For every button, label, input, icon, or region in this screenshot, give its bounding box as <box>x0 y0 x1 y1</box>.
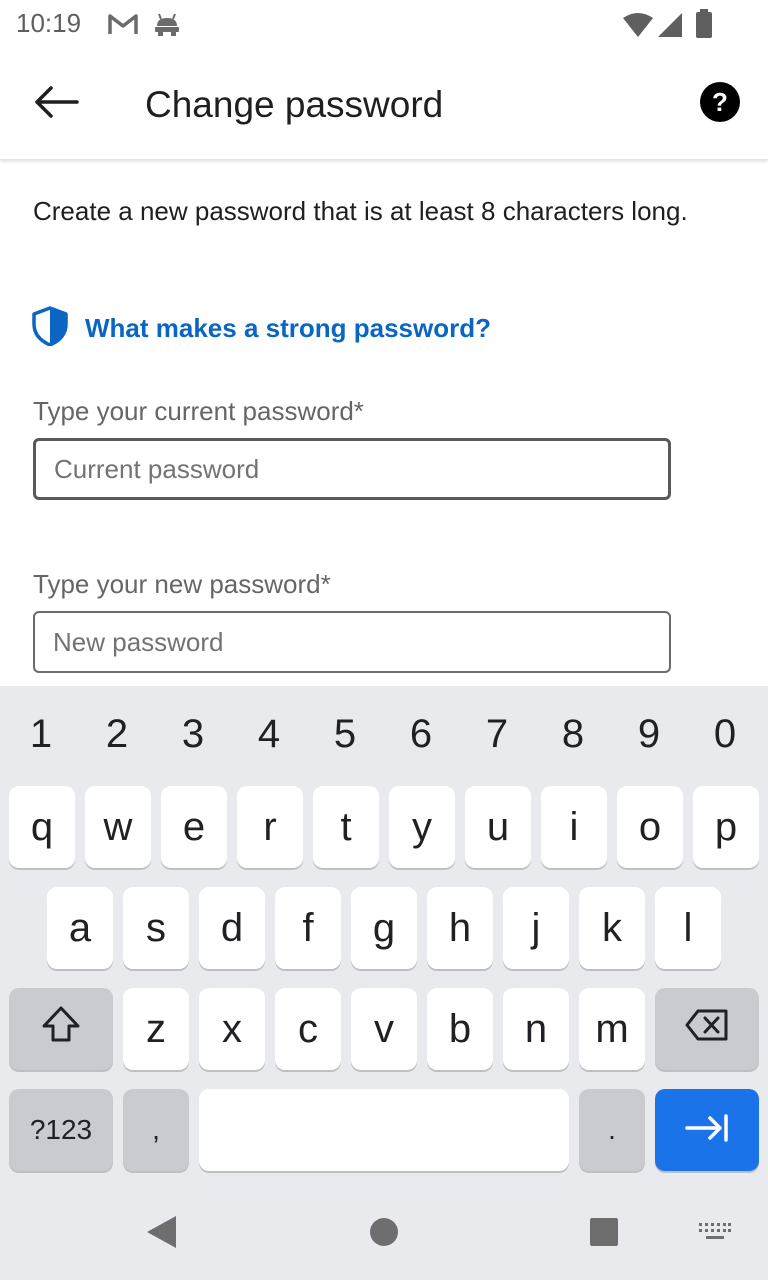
key-r[interactable]: r <box>237 786 303 868</box>
key-d[interactable]: d <box>199 887 265 969</box>
symbols-key-label: ?123 <box>29 1114 93 1145</box>
key-9[interactable]: 9 <box>619 706 679 762</box>
key-8[interactable]: 8 <box>543 706 603 762</box>
key-s[interactable]: s <box>123 887 189 969</box>
status-bar: 10:19 <box>0 0 768 50</box>
current-password-label: Type your current password* <box>33 396 364 426</box>
space-key[interactable] <box>199 1089 569 1171</box>
key-e[interactable]: e <box>161 786 227 868</box>
intro-text: Create a new password that is at least 8… <box>33 196 688 226</box>
key-k[interactable]: k <box>579 887 645 969</box>
shift-arrow-icon <box>41 1005 81 1053</box>
key-m[interactable]: m <box>579 988 645 1070</box>
new-password-input[interactable] <box>33 611 671 673</box>
key-5[interactable]: 5 <box>315 706 375 762</box>
current-password-input[interactable] <box>33 438 671 500</box>
gmail-icon <box>108 12 138 41</box>
help-button[interactable]: ? <box>698 81 742 128</box>
key-j[interactable]: j <box>503 887 569 969</box>
arrow-left-icon <box>33 85 79 124</box>
key-7[interactable]: 7 <box>467 706 527 762</box>
period-key-label: . <box>608 1114 616 1145</box>
next-field-key[interactable] <box>655 1089 759 1171</box>
back-button[interactable] <box>28 76 84 132</box>
recents-square-icon[interactable] <box>589 1217 619 1252</box>
key-n[interactable]: n <box>503 988 569 1070</box>
page-title: Change password <box>145 84 444 125</box>
key-0[interactable]: 0 <box>695 706 755 762</box>
key-w[interactable]: w <box>85 786 151 868</box>
tab-next-icon <box>684 1108 730 1153</box>
key-a[interactable]: a <box>47 887 113 969</box>
strong-password-link[interactable]: What makes a strong password? <box>31 305 491 351</box>
svg-text:?: ? <box>712 87 728 117</box>
keyboard-number-row: 1 2 3 4 5 6 7 8 9 0 <box>0 706 768 762</box>
wifi-icon <box>622 12 654 43</box>
battery-icon <box>695 9 713 44</box>
back-triangle-icon[interactable] <box>144 1214 178 1255</box>
android-robot-icon <box>152 12 182 41</box>
soft-keyboard: 1 2 3 4 5 6 7 8 9 0 q w e r t y u i o p … <box>0 686 768 1194</box>
key-l[interactable]: l <box>655 887 721 969</box>
key-h[interactable]: h <box>427 887 493 969</box>
period-key[interactable]: . <box>579 1089 645 1171</box>
app-bar: Change password ? <box>0 50 768 160</box>
key-c[interactable]: c <box>275 988 341 1070</box>
symbols-key[interactable]: ?123 <box>9 1089 113 1171</box>
key-1[interactable]: 1 <box>11 706 71 762</box>
backspace-key[interactable] <box>655 988 759 1070</box>
keyboard-switch-icon[interactable] <box>698 1221 732 1248</box>
key-o[interactable]: o <box>617 786 683 868</box>
key-z[interactable]: z <box>123 988 189 1070</box>
help-circle-icon: ? <box>699 81 741 128</box>
key-4[interactable]: 4 <box>239 706 299 762</box>
key-v[interactable]: v <box>351 988 417 1070</box>
status-time: 10:19 <box>16 8 82 38</box>
key-q[interactable]: q <box>9 786 75 868</box>
strong-password-link-label: What makes a strong password? <box>85 312 491 343</box>
key-3[interactable]: 3 <box>163 706 223 762</box>
key-f[interactable]: f <box>275 887 341 969</box>
key-i[interactable]: i <box>541 786 607 868</box>
key-u[interactable]: u <box>465 786 531 868</box>
key-g[interactable]: g <box>351 887 417 969</box>
key-6[interactable]: 6 <box>391 706 451 762</box>
comma-key[interactable]: , <box>123 1089 189 1171</box>
key-x[interactable]: x <box>199 988 265 1070</box>
key-y[interactable]: y <box>389 786 455 868</box>
system-nav-bar <box>0 1194 768 1280</box>
cell-signal-icon <box>656 12 684 43</box>
shield-icon <box>31 305 69 351</box>
home-circle-icon[interactable] <box>369 1217 399 1252</box>
key-t[interactable]: t <box>313 786 379 868</box>
key-p[interactable]: p <box>693 786 759 868</box>
backspace-icon <box>684 1007 730 1052</box>
shift-key[interactable] <box>9 988 113 1070</box>
key-b[interactable]: b <box>427 988 493 1070</box>
comma-key-label: , <box>152 1114 160 1145</box>
new-password-label: Type your new password* <box>33 569 331 599</box>
key-2[interactable]: 2 <box>87 706 147 762</box>
